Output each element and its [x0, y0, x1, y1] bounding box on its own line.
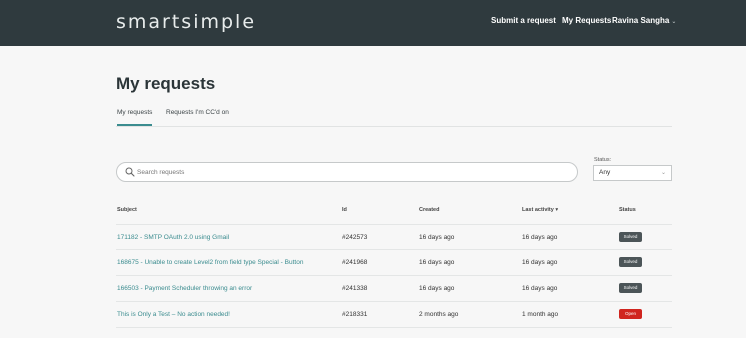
request-last-activity: 16 days ago: [522, 285, 558, 292]
request-created: 16 days ago: [419, 234, 455, 241]
column-header-created[interactable]: Created: [419, 207, 439, 213]
chevron-down-icon: ⌄: [660, 170, 666, 176]
request-subject-link[interactable]: 166503 - Payment Scheduler throwing an e…: [117, 285, 252, 292]
status-filter-label: Status:: [594, 157, 612, 163]
request-created: 2 months ago: [419, 311, 459, 318]
request-id: #242573: [342, 234, 368, 241]
user-menu[interactable]: Ravina Sangha ⌄: [612, 16, 676, 25]
column-header-status[interactable]: Status: [619, 207, 636, 213]
request-subject-link[interactable]: 168675 - Unable to create Level2 from fi…: [117, 259, 303, 266]
search-icon: [125, 167, 135, 177]
request-subject-link[interactable]: This is Only a Test – No action needed!: [117, 311, 230, 318]
table-row: This is Only a Test – No action needed! …: [116, 302, 672, 328]
caret-down-icon: ⌄: [671, 19, 677, 25]
column-header-subject[interactable]: Subject: [117, 207, 137, 213]
my-requests-link[interactable]: My Requests: [562, 16, 611, 25]
request-created: 16 days ago: [419, 285, 455, 292]
status-badge: Open: [619, 309, 642, 319]
table-row: 166503 - Payment Scheduler throwing an e…: [116, 276, 672, 302]
status-filter-select[interactable]: Any ⌄: [593, 165, 672, 181]
search-input[interactable]: [137, 165, 567, 179]
search-box[interactable]: [116, 162, 578, 182]
table-row: 171182 - SMTP OAuth 2.0 using Gmail #242…: [116, 224, 672, 250]
request-subject-link[interactable]: 171182 - SMTP OAuth 2.0 using Gmail: [117, 234, 229, 241]
request-last-activity: 1 month ago: [522, 311, 559, 318]
request-id: #241968: [342, 259, 368, 266]
top-header: smartsimple Submit a request My Requests…: [0, 0, 746, 46]
column-header-last-activity[interactable]: Last activity ▾: [522, 207, 558, 213]
request-last-activity: 16 days ago: [522, 234, 558, 241]
tab-cc-requests[interactable]: Requests I'm CC'd on: [166, 109, 229, 124]
page-title: My requests: [116, 74, 216, 93]
column-header-id[interactable]: Id: [342, 207, 347, 213]
request-id: #241338: [342, 285, 368, 292]
request-id: #218331: [342, 311, 368, 318]
submit-request-link[interactable]: Submit a request: [491, 16, 556, 25]
request-created: 16 days ago: [419, 259, 455, 266]
request-last-activity: 16 days ago: [522, 259, 558, 266]
table-row: 168675 - Unable to create Level2 from fi…: [116, 250, 672, 276]
status-badge: Solved: [619, 232, 642, 242]
tab-my-requests[interactable]: My requests: [117, 109, 153, 126]
logo[interactable]: smartsimple: [116, 11, 256, 33]
status-filter-value: Any: [599, 169, 611, 176]
status-badge: Solved: [619, 257, 642, 267]
status-badge: Solved: [619, 283, 642, 293]
user-name: Ravina Sangha: [612, 16, 670, 25]
tab-bar: My requests Requests I'm CC'd on: [116, 109, 672, 127]
